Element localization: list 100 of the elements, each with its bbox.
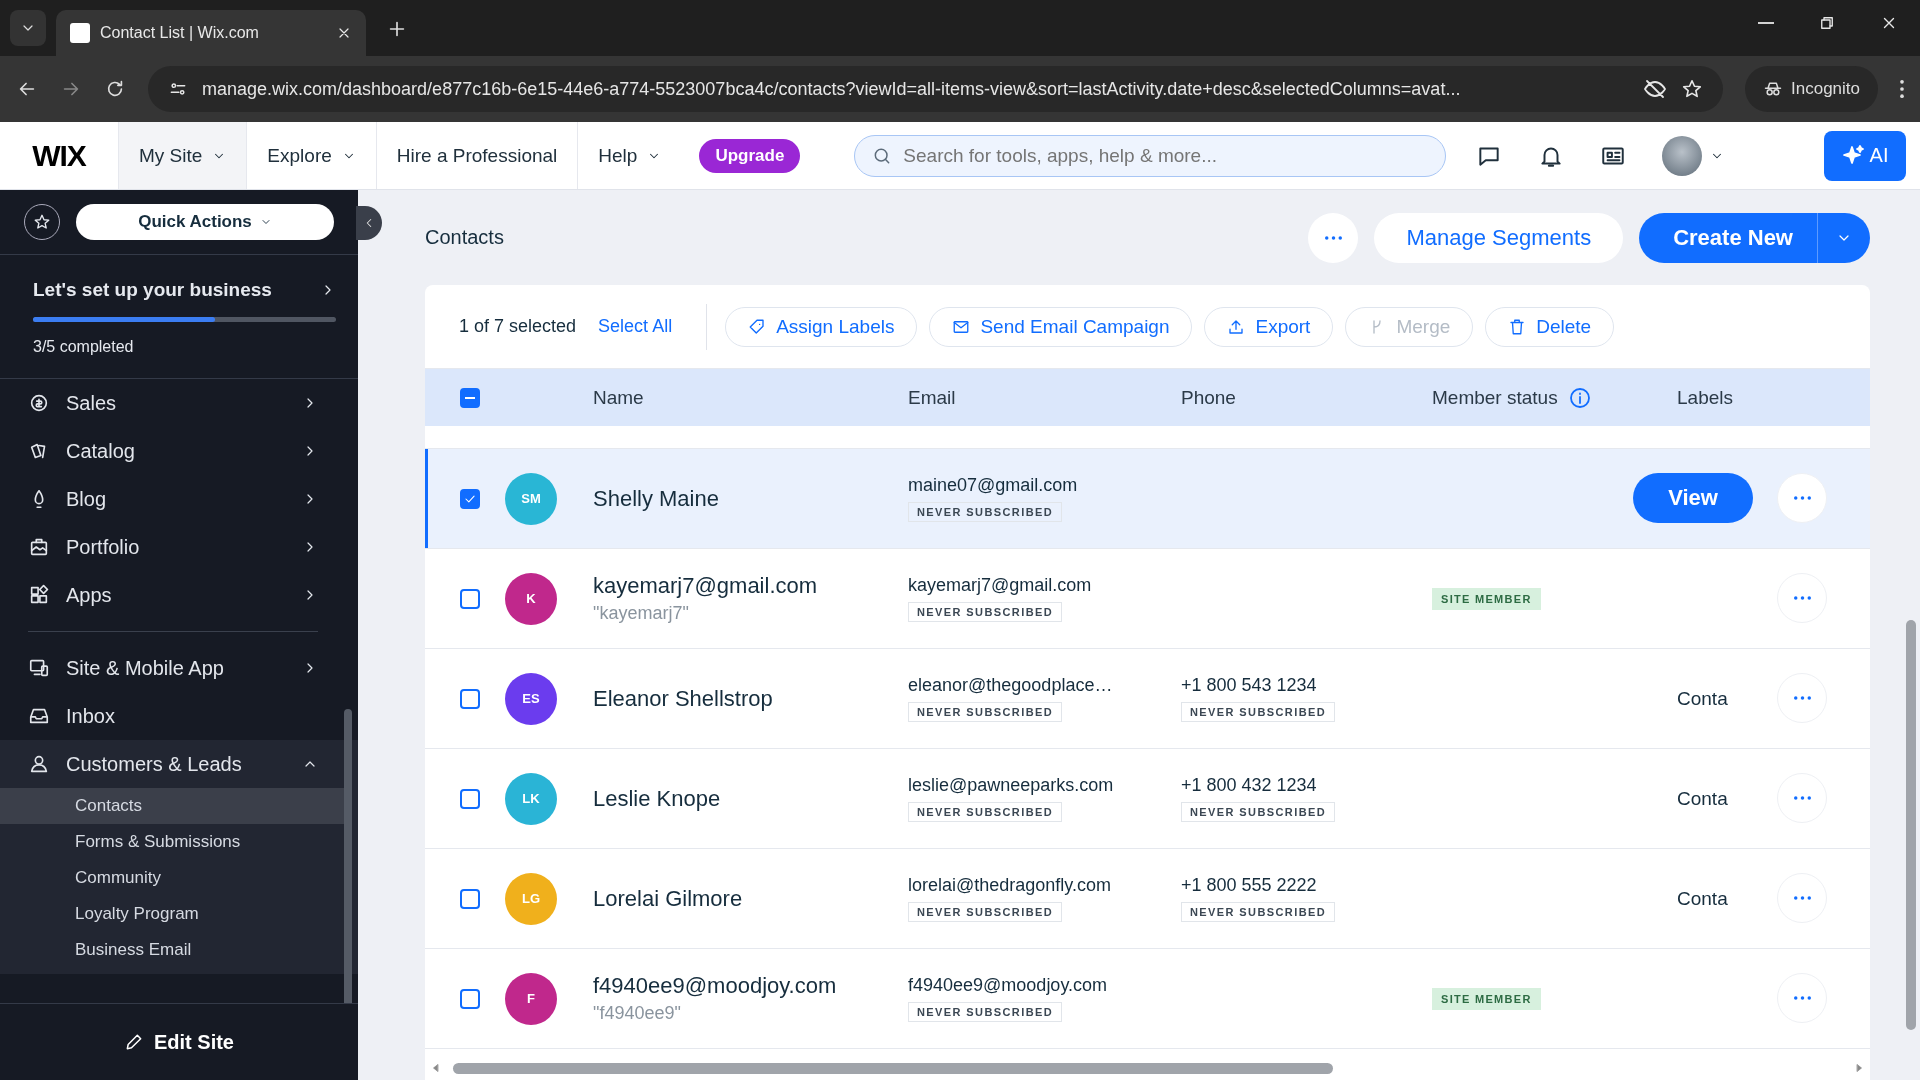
row-checkbox[interactable] [460,588,480,609]
more-icon [1793,496,1811,500]
column-header[interactable]: Name [593,386,908,409]
upgrade-button[interactable]: Upgrade [699,138,801,173]
contact-name[interactable]: Shelly Maine [593,485,908,512]
more-icon [1793,696,1811,700]
contact-row[interactable]: F f4940ee9@moodjoy.com "f4940ee9" f4940ee9@moodjoy.com NEVER SUBSCRIBED SITE MEMBER [425,949,1870,1049]
eye-off-icon [1643,77,1667,101]
row-checkbox[interactable] [460,888,480,909]
sidebar-subitem[interactable]: Forms & Submissions [0,824,358,860]
restore-icon [1818,14,1836,32]
scrollbar[interactable] [344,709,352,1003]
member-badge: SITE MEMBER [1432,987,1541,1010]
contact-row[interactable]: SM Shelly Maine maine07@gmail.com NEVER SUBSCRIBED View [425,449,1870,549]
subscription-badge: NEVER SUBSCRIBED [908,802,1063,822]
sidebar-item[interactable]: Site & Mobile App [0,644,358,692]
action-button[interactable]: Export [1204,306,1334,347]
subscription-badge: NEVER SUBSCRIBED [908,702,1063,722]
scrollbar[interactable] [453,1062,1333,1074]
row-checkbox[interactable] [460,988,480,1009]
incognito-indicator[interactable]: Incognito [1745,66,1878,112]
sidebar-item[interactable]: Sales [0,379,358,427]
browser-tab[interactable]: Contact List | Wix.com [56,10,366,56]
avatar: K [505,572,557,625]
contact-row[interactable]: LK Leslie Knope leslie@pawneeparks.com NEVER SUBSCRIBED +1 800 432 1234 NEVER SUBSCRIBED Conta [425,749,1870,849]
contact-name[interactable]: Lorelai Gilmore [593,885,908,912]
menu-item[interactable]: Explore [246,122,376,189]
avatar: ES [505,672,557,725]
sidebar-item[interactable]: Customers & Leads [0,740,358,788]
menu-item[interactable]: My Site [118,122,247,189]
contact-nickname: "f4940ee9" [593,1003,682,1024]
column-header[interactable]: Member status [1432,385,1677,410]
menu-icon[interactable] [1900,80,1904,98]
dollar-icon [28,392,50,414]
scroll-right-icon [1854,1063,1864,1073]
person-icon [28,753,50,775]
email-cell-text: f4940ee9@moodjoy.com [908,975,1109,996]
avatar[interactable] [1662,135,1703,176]
action-button[interactable]: Send Email Campaign [929,306,1193,347]
sidebar-subitem[interactable]: Community [0,860,358,896]
tab-list-button[interactable] [10,10,46,46]
sidebar-item[interactable]: Blog [0,475,358,523]
contact-name[interactable]: f4940ee9@moodjoy.com [593,973,908,999]
address-bar[interactable]: manage.wix.com/dashboard/e877c16b-6e15-44e6-a774-5523007bca4c/contacts?viewId=all-items-view&sort=lastActivity.date+desc&selectedColumns=avat... [148,66,1723,112]
subscription-badge: NEVER SUBSCRIBED [908,502,1063,522]
setup-title[interactable]: Let's set up your business [33,279,272,301]
contact-name[interactable]: Eleanor Shellstrop [593,685,908,712]
contact-name[interactable]: kayemarj7@gmail.com [593,573,908,599]
sidebar-subitem[interactable]: Loyalty Program [0,896,358,932]
collapse-button[interactable] [356,206,382,240]
favicon-icon [70,23,90,43]
menu-item[interactable]: Hire a Professional [375,122,578,189]
phone-cell-text: +1 800 432 1234 [1181,775,1318,796]
subscription-badge: NEVER SUBSCRIBED [1181,902,1336,922]
view-button[interactable]: View [1633,473,1753,523]
search-field[interactable]: Search for tools, apps, help & more... [854,134,1447,177]
row-checkbox[interactable] [460,488,480,509]
member-badge: SITE MEMBER [1432,587,1541,610]
column-header[interactable]: Phone [1181,386,1432,409]
scrollbar[interactable] [1906,620,1916,1030]
progress-text: 3/5 completed [33,338,135,356]
more-icon [1793,896,1811,900]
sidebar-subitem[interactable]: Contacts [0,788,346,824]
contact-row[interactable]: ES Eleanor Shellstrop eleanor@thegoodplace… NEVER SUBSCRIBED +1 800 543 1234 NEVER SUBSCRIBED Conta [425,649,1870,749]
ai-button[interactable]: AI [1824,130,1906,181]
column-header[interactable]: Labels [1677,386,1870,409]
tag-icon [748,317,767,336]
manage-segments-button[interactable]: Manage Segments [1374,212,1624,263]
quick-actions-button[interactable]: Quick Actions [76,204,334,240]
more-icon [1793,996,1811,1000]
contact-row[interactable]: LG Lorelai Gilmore lorelai@thedragonfly.com NEVER SUBSCRIBED +1 800 555 2222 NEVER SUBSCRIBED Conta [425,849,1870,949]
row-checkbox[interactable] [460,688,480,709]
apps-icon [28,584,50,606]
subscription-badge: NEVER SUBSCRIBED [1181,702,1336,722]
select-all-checkbox[interactable] [460,387,480,408]
action-button[interactable]: Delete [1485,306,1615,347]
avatar: F [505,972,557,1025]
sidebar-item[interactable]: Catalog [0,427,358,475]
label-cell: Conta [1677,787,1728,809]
sidebar-item[interactable]: Apps [0,571,358,619]
sidebar-item[interactable]: Inbox [0,692,358,740]
sidebar-subitem[interactable]: Business Email [0,932,358,968]
contact-name[interactable]: Leslie Knope [593,785,908,812]
action-button[interactable]: Assign Labels [725,306,918,347]
contact-row[interactable]: K kayemarj7@gmail.com "kayemarj7" kayemarj7@gmail.com NEVER SUBSCRIBED SITE MEMBER [425,549,1870,649]
selection-count: 1 of 7 selected [459,316,577,337]
menu-item[interactable]: Help [577,122,682,189]
pencil-icon [124,1032,144,1052]
column-header[interactable]: Email [908,386,1181,409]
logo[interactable]: WIX [0,138,118,173]
row-checkbox[interactable] [460,788,480,809]
page-title: Contacts [425,226,505,249]
sidebar-item[interactable]: Portfolio [0,523,358,571]
minus-icon [465,396,475,399]
email-cell-text: maine07@gmail.com [908,475,1079,496]
avatar: LG [505,872,557,925]
select-all-link[interactable]: Select All [598,316,673,337]
phone-cell-text: +1 800 555 2222 [1181,875,1318,896]
edit-site-button[interactable]: Edit Site [0,1003,358,1080]
avatar: SM [505,472,557,525]
